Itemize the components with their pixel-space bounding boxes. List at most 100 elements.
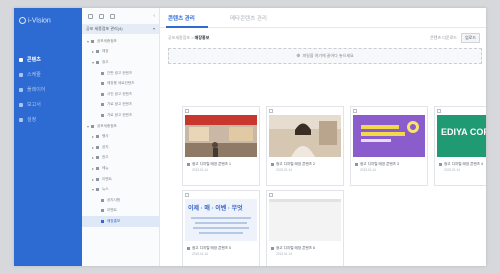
tree-item-label: 간판 광고 컨텐츠 [107, 70, 133, 75]
edit-icon[interactable] [99, 13, 104, 19]
card-date: 2019.01.14 [192, 168, 208, 172]
file-icon [101, 71, 104, 75]
tree-item[interactable]: ▸ 이벤트 [82, 174, 159, 185]
main-content: 콘텐츠 관리 메타콘텐츠 관리 공포세종점포 > 매장홍보 콘텐츠 다운로드 업… [160, 8, 486, 266]
folder-tree-panel: ‹ 공포 세종점포 관리(4) ▾ ▾ 공포세종점포 ▸ 매장 ▾ 광고 간판 광고 컨텐츠… [82, 8, 160, 266]
nav-item-player[interactable]: 플레이어 [14, 82, 82, 97]
tree-item[interactable]: 이벤트 [82, 206, 159, 217]
file-icon [271, 247, 274, 250]
content-card[interactable]: 이제 · 매 · 이벤 · 무엇 광고 디지털 매장 콘텐츠 5 2019.01… [182, 190, 260, 266]
tree-item-label: 매장홍보 [107, 218, 121, 223]
main-nav: 콘텐츠 스케줄 플레이어 보고서 설정 [14, 52, 82, 127]
folder-icon [96, 135, 99, 139]
tree-item[interactable]: ▸ 메뉴 [82, 163, 159, 174]
card-date: 2019.01.14 [192, 252, 208, 256]
content-thumbnail[interactable] [185, 115, 257, 157]
tab-meta-content-management[interactable]: 메타콘텐츠 관리 [230, 14, 267, 22]
active-tab-indicator [166, 26, 208, 28]
blank-thumbnail [269, 199, 341, 241]
card-checkbox[interactable] [437, 109, 441, 113]
app-logo[interactable]: i-Vision [19, 17, 51, 24]
nav-item-settings[interactable]: 설정 [14, 112, 82, 127]
card-date: 2019.01.14 [360, 168, 376, 172]
card-checkbox[interactable] [185, 193, 189, 197]
tree-item-label: 가로 광고 컨텐츠 [107, 102, 133, 107]
tree-item-label: 광고 [102, 59, 109, 64]
download-label[interactable]: 콘텐츠 다운로드 [430, 35, 457, 41]
folder-icon [96, 188, 99, 192]
card-checkbox[interactable] [269, 193, 273, 197]
tree-item[interactable]: ▾ 뉴스 [82, 184, 159, 195]
card-date: 2019.01.14 [444, 168, 460, 172]
upload-dropzone-text: 파일을 여기에 끌어다 놓으세요 [302, 53, 354, 58]
content-thumbnail[interactable] [269, 115, 341, 157]
chevron-down-icon: ▾ [152, 26, 155, 31]
tree-item[interactable]: 매장홍보 [82, 216, 159, 227]
tab-bar: 콘텐츠 관리 메타콘텐츠 관리 [160, 8, 486, 28]
file-icon [355, 163, 358, 166]
tree-item[interactable]: 가로 광고 컨텐츠 [82, 100, 159, 111]
card-title: 광고 디지털 매장 콘텐츠 1 [187, 162, 259, 167]
card-checkbox[interactable] [269, 109, 273, 113]
tree-item[interactable]: ▾ 공포세종점포 [82, 36, 159, 47]
content-thumbnail[interactable] [269, 199, 341, 241]
report-icon [19, 102, 23, 107]
delete-icon[interactable] [110, 13, 115, 19]
tree-item[interactable]: ▾ 공포세종점포 [82, 121, 159, 132]
nav-item-contents[interactable]: 콘텐츠 [14, 52, 82, 67]
tree-item[interactable]: ▸ 광고 [82, 153, 159, 164]
tree-item[interactable]: ▸ 행사 [82, 131, 159, 142]
card-checkbox[interactable] [185, 109, 189, 113]
folder-icon [96, 145, 99, 149]
breadcrumb-current: 매장홍보 [194, 35, 210, 40]
upload-button[interactable]: 업로드 [460, 33, 480, 43]
content-card[interactable]: 광고 디지털 매장 콘텐츠 1 2019.01.14 [182, 106, 260, 186]
collapse-panel-icon[interactable]: ‹ [153, 13, 155, 19]
tree-item-label: 매장 [102, 49, 109, 54]
app-window: i-Vision 콘텐츠 스케줄 플레이어 보고서 설정 ‹ 공포 세종점포 관… [14, 8, 486, 266]
content-thumbnail[interactable]: EDIYA COFFEE [437, 115, 486, 157]
content-card[interactable]: 광고 디지털 매장 콘텐츠 2 2019.01.14 [266, 106, 344, 186]
tree-item[interactable]: ▾ 광고 [82, 57, 159, 68]
card-checkbox[interactable] [353, 109, 357, 113]
upload-dropzone[interactable]: ⊕ 파일을 여기에 끌어다 놓으세요 [168, 48, 482, 64]
tree-item[interactable]: ▸ 매장 [82, 47, 159, 58]
tree-item-label: 행사 [102, 134, 109, 139]
tree-item[interactable]: ▸ 공지 [82, 142, 159, 153]
tree-group-selector[interactable]: 공포 세종점포 관리(4) ▾ [82, 24, 159, 34]
folder-icon [91, 124, 94, 128]
nav-item-schedule[interactable]: 스케줄 [14, 67, 82, 82]
tree-item[interactable]: 간판 광고 컨텐츠 [82, 68, 159, 79]
content-thumbnail[interactable] [353, 115, 425, 157]
tree-item-label: 이벤트 [102, 176, 112, 181]
tree-item-label: 가로 광고 컨텐츠 [107, 112, 133, 117]
nav-item-report[interactable]: 보고서 [14, 97, 82, 112]
tab-content-management[interactable]: 콘텐츠 관리 [168, 14, 195, 22]
content-card[interactable]: 광고 디지털 매장 콘텐츠 3 2019.01.14 [350, 106, 428, 186]
content-card[interactable]: EDIYA COFFEE 광고 디지털 매장 콘텐츠 4 2019.01.14 [434, 106, 486, 186]
tree-item-label: 메뉴 [102, 165, 109, 170]
tree-item[interactable]: 사진 광고 컨텐츠 [82, 89, 159, 100]
new-folder-icon[interactable] [88, 13, 93, 19]
tree-item[interactable]: 가로 광고 컨텐츠 [82, 110, 159, 121]
tree-item[interactable]: 공지사항 [82, 195, 159, 206]
promo-lines-graphic [191, 217, 251, 234]
content-icon [19, 57, 23, 62]
promo-graphic-thumbnail [353, 115, 425, 157]
tree-item-label: 뉴스 [102, 187, 109, 192]
file-icon [101, 198, 104, 202]
folder-icon [96, 60, 99, 64]
tree-item-label: 공포세종점포 [97, 123, 117, 128]
folder-icon [96, 166, 99, 170]
tree-item[interactable]: 매장용 세로컨텐츠 [82, 78, 159, 89]
calendar-icon [19, 72, 23, 77]
breadcrumb-root[interactable]: 공포세종점포 > [168, 35, 194, 40]
tree-item-label: 매장용 세로컨텐츠 [107, 81, 135, 86]
file-icon [187, 247, 190, 250]
file-icon [439, 163, 442, 166]
gear-icon [19, 117, 23, 122]
tree-item-label: 공지 [102, 144, 109, 149]
tree-item-label: 사진 광고 컨텐츠 [107, 91, 133, 96]
content-thumbnail[interactable]: 이제 · 매 · 이벤 · 무엇 [185, 199, 257, 241]
content-card[interactable]: 광고 디지털 매장 콘텐츠 6 2019.01.14 [266, 190, 344, 266]
